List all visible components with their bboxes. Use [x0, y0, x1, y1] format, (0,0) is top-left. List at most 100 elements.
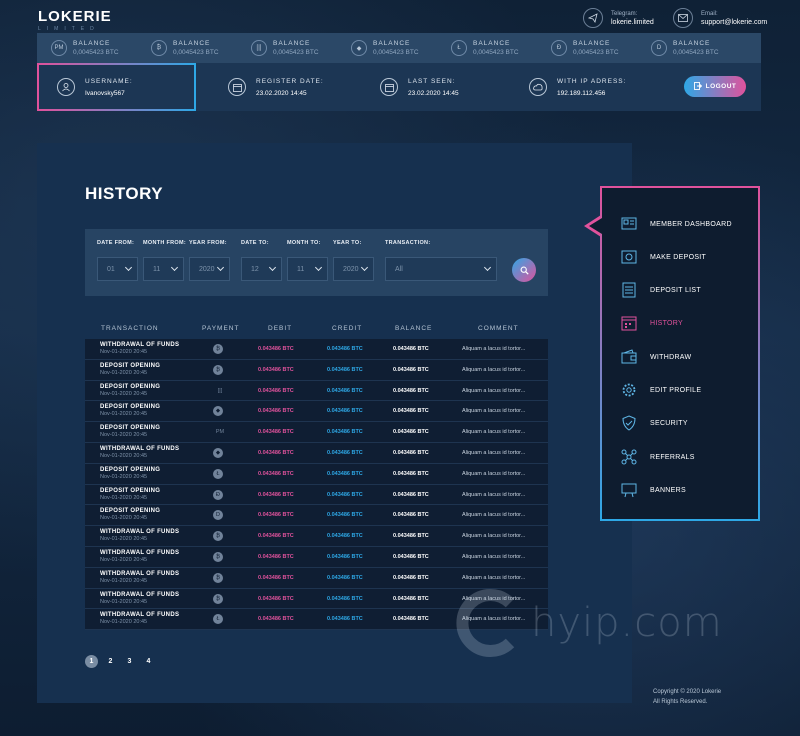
wallet-icon	[620, 348, 638, 366]
username-value: Ivanovsky567	[85, 89, 125, 97]
menu-item-label: REFERRALS	[650, 453, 695, 461]
table-row[interactable]: DEPOSIT OPENING Nov-01-2020 20:45 D 0.04…	[85, 505, 548, 527]
telegram-value[interactable]: lokerie.limited	[611, 19, 654, 26]
table-row[interactable]: WITHDRAWAL OF FUNDS Nov-01-2020 20:45 ◆ …	[85, 442, 548, 464]
litecoin-icon: Ł	[213, 468, 223, 479]
telegram-contact[interactable]: Telegram: lokerie.limited	[583, 8, 654, 28]
transaction-select[interactable]: All	[385, 257, 497, 281]
balance-value: 0.043486 BTC	[393, 553, 429, 560]
logo[interactable]: LOKERIE LIMITED	[38, 8, 112, 32]
menu-item-make-deposit[interactable]: MAKE DEPOSIT	[620, 246, 706, 268]
transaction-type: DEPOSIT OPENING	[100, 508, 161, 515]
transaction-value: All	[395, 265, 403, 273]
balance-value: 0,0045423 BTC	[173, 49, 219, 56]
page-1[interactable]: 1	[85, 655, 98, 668]
balance-value: 0.043486 BTC	[393, 449, 429, 456]
balance-value: 0,0045423 BTC	[273, 49, 319, 56]
search-button[interactable]	[512, 258, 536, 282]
email-value[interactable]: support@lokerie.com	[701, 19, 767, 26]
last-seen-value: 23.02.2020 14:45	[408, 89, 459, 97]
balance-label: BALANCE	[73, 40, 111, 47]
cloud-icon	[529, 78, 547, 96]
bitcoin-icon: ₿	[213, 531, 223, 542]
ethereum-icon: ◆	[213, 406, 223, 417]
transaction-type: WITHDRAWAL OF FUNDS	[100, 445, 180, 452]
col-payment: PAYMENT	[202, 325, 240, 332]
date-to-label: DATE TO:	[241, 240, 269, 246]
balance-item: Ł BALANCE 0,0045423 BTC	[451, 33, 551, 63]
transaction-date: Nov-01-2020 20:45	[100, 349, 148, 355]
email-contact[interactable]: Email: support@lokerie.com	[673, 8, 767, 28]
search-icon	[520, 266, 529, 275]
transaction-date: Nov-01-2020 20:45	[100, 432, 148, 439]
balance-value: 0.043486 BTC	[393, 408, 429, 415]
col-debit: DEBIT	[268, 325, 293, 332]
page-4[interactable]: 4	[142, 655, 155, 668]
comment-value: Aliquam a lacus id tortor...	[462, 387, 526, 394]
menu-item-history[interactable]: HISTORY	[620, 312, 683, 334]
table-row[interactable]: DEPOSIT OPENING Nov-01-2020 20:45 Ð 0.04…	[85, 484, 548, 506]
bitcoin-icon: ₿	[213, 344, 223, 354]
transaction-type: WITHDRAWAL OF FUNDS	[100, 549, 180, 556]
menu-item-security[interactable]: SECURITY	[620, 412, 688, 434]
year-to-select[interactable]: 2020	[333, 257, 374, 281]
month-from-select[interactable]: 11	[143, 257, 184, 281]
debit-value: 0.043486 BTC	[258, 429, 294, 436]
balance-value: 0.043486 BTC	[393, 366, 429, 373]
balance-value: 0.043486 BTC	[393, 346, 429, 352]
table-row[interactable]: DEPOSIT OPENING Nov-01-2020 20:45 [|] 0.…	[85, 380, 548, 402]
logout-button[interactable]: LOGOUT	[684, 76, 746, 97]
transaction-date: Nov-01-2020 20:45	[100, 411, 148, 418]
date-to-value: 12	[251, 265, 259, 273]
watermark-text: hyip.com	[531, 600, 723, 646]
month-to-select[interactable]: 11	[287, 257, 328, 281]
calendar-icon	[380, 78, 398, 96]
debit-value: 0.043486 BTC	[258, 449, 294, 456]
telegram-icon	[583, 8, 603, 28]
transaction-type: DEPOSIT OPENING	[100, 425, 161, 432]
menu-item-deposit-list[interactable]: DEPOSIT LIST	[620, 279, 701, 301]
comment-value: Aliquam a lacus id tortor...	[462, 429, 526, 436]
month-to-value: 11	[297, 265, 305, 273]
menu-item-edit-profile[interactable]: EDIT PROFILE	[620, 379, 701, 401]
debit-value: 0.043486 BTC	[258, 346, 294, 352]
balance-value: 0,0045423 BTC	[73, 49, 119, 56]
table-header: TRANSACTION PAYMENT DEBIT CREDIT BALANCE…	[85, 321, 548, 337]
ethereum-icon: ◆	[351, 40, 367, 56]
credit-value: 0.043486 BTC	[327, 387, 363, 394]
chevron-down-icon	[170, 263, 179, 272]
page-2[interactable]: 2	[104, 655, 117, 668]
date-from-select[interactable]: 01	[97, 257, 138, 281]
transaction-label: TRANSACTION:	[385, 240, 431, 246]
table-row[interactable]: WITHDRAWAL OF FUNDS Nov-01-2020 20:45 ₿ …	[85, 526, 548, 547]
table-row[interactable]: DEPOSIT OPENING Nov-01-2020 20:45 ◆ 0.04…	[85, 401, 548, 423]
transaction-type: DEPOSIT OPENING	[100, 383, 161, 390]
transaction-type: DEPOSIT OPENING	[100, 466, 161, 473]
balance-item: ◆ BALANCE 0,0045423 BTC	[351, 33, 451, 63]
table-row[interactable]: DEPOSIT OPENING Nov-01-2020 20:45 Ł 0.04…	[85, 463, 548, 485]
year-from-select[interactable]: 2020	[189, 257, 230, 281]
menu-item-label: MAKE DEPOSIT	[650, 253, 707, 261]
menu-item-withdraw[interactable]: WITHDRAW	[620, 346, 691, 368]
page-3[interactable]: 3	[123, 655, 136, 668]
credit-value: 0.043486 BTC	[327, 491, 363, 498]
calendar-icon	[620, 314, 638, 332]
table-row[interactable]: WITHDRAWAL OF FUNDS Nov-01-2020 20:45 ₿ …	[85, 546, 548, 568]
balance-label: BALANCE	[473, 40, 511, 47]
menu-item-referrals[interactable]: REFERRALS	[620, 446, 695, 468]
menu-item-banners[interactable]: BANNERS	[620, 479, 686, 501]
table-row[interactable]: WITHDRAWAL OF FUNDS Nov-01-2020 20:45 ₿ …	[85, 567, 548, 589]
table-row[interactable]: WITHDRAWAL OF FUNDS Nov-01-2020 20:45 ₿ …	[85, 339, 548, 360]
menu-item-member-dashboard[interactable]: MEMBER DASHBOARD	[620, 213, 732, 235]
month-from-value: 11	[153, 265, 161, 273]
table-row[interactable]: DEPOSIT OPENING Nov-01-2020 20:45 PM 0.0…	[85, 422, 548, 443]
date-to-select[interactable]: 12	[241, 257, 282, 281]
table-row[interactable]: DEPOSIT OPENING Nov-01-2020 20:45 ₿ 0.04…	[85, 359, 548, 381]
credit-value: 0.043486 BTC	[327, 553, 363, 560]
debit-value: 0.043486 BTC	[258, 574, 294, 581]
payeer-icon: [|]	[251, 40, 267, 56]
brand-subtitle: LIMITED	[38, 26, 100, 32]
pagination: 1234	[85, 655, 155, 668]
credit-value: 0.043486 BTC	[327, 616, 363, 623]
footer-copyright: Copyright © 2020 Lokerie All Rights Rese…	[653, 687, 721, 707]
